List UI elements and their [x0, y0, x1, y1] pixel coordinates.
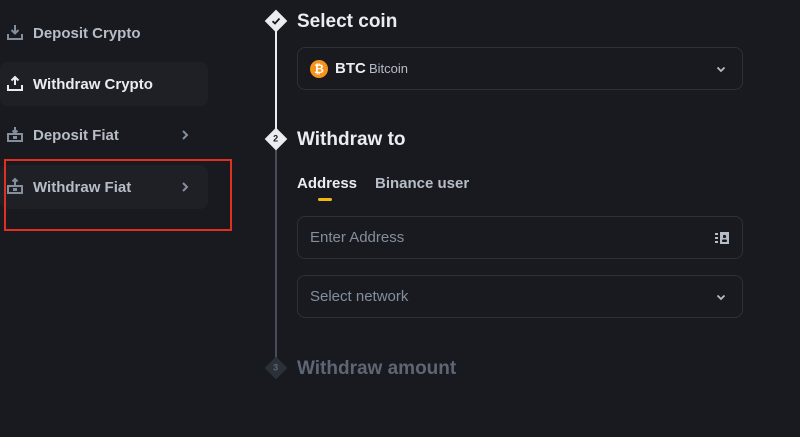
step-number: 2	[273, 133, 279, 144]
chevron-down-icon	[716, 66, 726, 73]
deposit-fiat-icon	[7, 127, 23, 142]
tab-address[interactable]: Address	[297, 175, 357, 192]
step-2-title: Withdraw to	[297, 129, 406, 150]
sidebar-item-deposit-fiat[interactable]: Deposit Fiat	[0, 113, 208, 157]
sidebar-item-label: Withdraw Crypto	[33, 75, 153, 93]
address-book-icon[interactable]	[714, 231, 730, 245]
sidebar-item-label: Deposit Fiat	[33, 126, 119, 144]
chevron-down-icon	[716, 294, 726, 301]
tab-binance-user[interactable]: Binance user	[375, 175, 469, 192]
address-input[interactable]: Enter Address	[297, 216, 743, 259]
step-number: 3	[273, 362, 279, 373]
step-2-marker: 2	[264, 127, 288, 151]
bitcoin-icon: ₿	[310, 60, 328, 78]
chevron-right-icon	[182, 130, 189, 140]
network-select[interactable]: Select network	[297, 275, 743, 318]
active-tab-indicator	[318, 198, 332, 201]
sidebar: Deposit Crypto Withdraw Crypto Deposit F…	[0, 0, 232, 437]
step-connector	[275, 139, 277, 368]
sidebar-item-deposit-crypto[interactable]: Deposit Crypto	[0, 11, 208, 55]
sidebar-item-label: Deposit Crypto	[33, 24, 141, 42]
step-1-title: Select coin	[297, 11, 398, 32]
upload-icon	[7, 75, 23, 91]
step-1-marker	[264, 9, 288, 33]
sidebar-item-withdraw-crypto[interactable]: Withdraw Crypto	[0, 62, 208, 106]
coin-select[interactable]: ₿ BTC Bitcoin	[297, 47, 743, 90]
coin-name: Bitcoin	[369, 61, 409, 76]
network-placeholder: Select network	[310, 288, 409, 305]
step-3-marker: 3	[264, 356, 288, 380]
address-placeholder: Enter Address	[310, 229, 405, 246]
step-3-title: Withdraw amount	[297, 358, 457, 379]
download-icon	[7, 25, 23, 40]
step-connector	[275, 22, 277, 139]
withdraw-page: Deposit Crypto Withdraw Crypto Deposit F…	[0, 0, 800, 437]
check-icon	[271, 17, 281, 25]
highlight-box	[4, 159, 232, 231]
coin-symbol: BTC	[335, 60, 366, 77]
